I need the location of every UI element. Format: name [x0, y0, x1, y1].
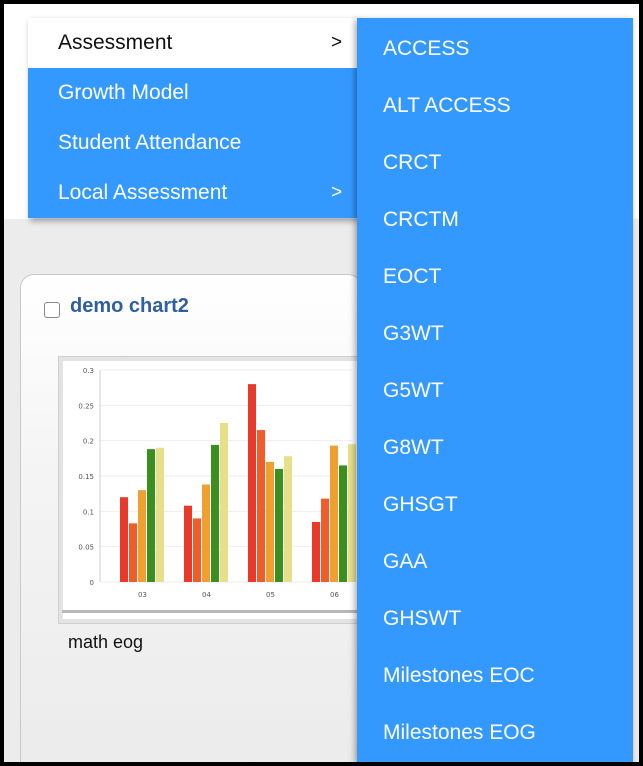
- submenu-item-access[interactable]: ACCESS: [357, 29, 633, 69]
- menu-item-growth-model[interactable]: Growth Model: [28, 68, 358, 118]
- chart-bar: [257, 430, 265, 582]
- chevron-right-icon: >: [331, 182, 343, 203]
- chevron-right-icon: >: [331, 32, 343, 53]
- chart-bar: [220, 423, 228, 582]
- menu-item-label: Local Assessment: [58, 181, 228, 204]
- y-tick-label: 0.1: [83, 508, 94, 516]
- menu-item-label: Assessment: [58, 31, 173, 54]
- submenu-item-crctm[interactable]: CRCTM: [357, 200, 633, 240]
- assessment-submenu: ACCESS ALT ACCESS CRCT CRCTM EOCT G3WT G…: [357, 18, 633, 762]
- chart-bar: [339, 465, 347, 582]
- chart-plot: 0 0.05 0.1 0.15 0.2 0.25 0.3 03 04 05 06: [78, 367, 356, 599]
- submenu-item-eoct[interactable]: EOCT: [357, 257, 633, 297]
- submenu-item-crct[interactable]: CRCT: [357, 143, 633, 183]
- submenu-item-label: Milestones EOC: [383, 664, 535, 687]
- submenu-item-label: G5WT: [383, 379, 444, 402]
- chart-bar: [129, 523, 137, 582]
- y-tick-label: 0.05: [78, 544, 94, 552]
- menu-item-student-attendance[interactable]: Student Attendance: [28, 118, 358, 168]
- chart-select-checkbox[interactable]: [44, 302, 60, 318]
- screenshot-frame: demo chart2 0 0.05 0.1 0.15 0.2 0.25 0.3 03 04 05…: [4, 4, 639, 762]
- submenu-item-label: ALT ACCESS: [383, 94, 511, 117]
- chart-bar: [321, 498, 329, 582]
- submenu-item-label: GHSWT: [383, 607, 462, 630]
- chart-bar: [202, 484, 210, 582]
- chart-bar: [184, 505, 192, 582]
- x-tick-label: 04: [202, 591, 211, 599]
- y-tick-label: 0.2: [83, 438, 94, 446]
- chart-bar: [138, 490, 146, 582]
- y-tick-label: 0: [90, 579, 94, 587]
- x-tick-label: 06: [330, 591, 339, 599]
- main-menu: Assessment > Growth Model Student Attend…: [28, 18, 358, 218]
- y-tick-label: 0.25: [78, 402, 94, 410]
- submenu-item-gaa[interactable]: GAA: [357, 542, 633, 582]
- submenu-item-label: CRCT: [383, 151, 442, 174]
- y-tick-label: 0.15: [78, 473, 94, 481]
- submenu-item-label: ACCESS: [383, 37, 470, 60]
- chart-bar: [147, 449, 155, 582]
- submenu-item-label: EOCT: [383, 265, 442, 288]
- chart-thumbnail-label: math eog: [68, 632, 144, 652]
- chart-bar: [330, 445, 338, 582]
- menu-item-label: Student Attendance: [58, 131, 242, 154]
- submenu-item-ghsgt[interactable]: GHSGT: [357, 485, 633, 525]
- chart-bar: [284, 456, 292, 582]
- chart-bar: [193, 518, 201, 582]
- submenu-item-label: G8WT: [383, 436, 444, 459]
- submenu-item-ghswt[interactable]: GHSWT: [357, 599, 633, 639]
- chart-card-title[interactable]: demo chart2: [70, 295, 189, 318]
- submenu-item-milestones-eog[interactable]: Milestones EOG: [357, 713, 633, 753]
- submenu-item-label: GAA: [383, 550, 428, 573]
- submenu-item-label: Milestones EOG: [383, 721, 536, 744]
- y-tick-label: 0.3: [83, 367, 94, 375]
- submenu-item-alt-access[interactable]: ALT ACCESS: [357, 86, 633, 126]
- x-tick-label: 05: [266, 591, 275, 599]
- menu-item-assessment[interactable]: Assessment >: [28, 18, 358, 68]
- chart-bar: [266, 461, 274, 582]
- submenu-item-milestones-eoc[interactable]: Milestones EOC: [357, 656, 633, 696]
- submenu-item-g3wt[interactable]: G3WT: [357, 314, 633, 354]
- submenu-item-g5wt[interactable]: G5WT: [357, 371, 633, 411]
- chart-bar: [275, 468, 283, 582]
- thumbnail-base-line: [62, 610, 362, 613]
- chart-bar: [211, 444, 219, 582]
- submenu-item-g8wt[interactable]: G8WT: [357, 428, 633, 468]
- chart-bar: [120, 497, 128, 582]
- x-tick-label: 03: [138, 591, 147, 599]
- menu-item-label: Growth Model: [58, 81, 189, 104]
- chart-bar: [248, 384, 256, 582]
- submenu-item-label: G3WT: [383, 322, 444, 345]
- chart-bar: [312, 521, 320, 582]
- chart-bar: [156, 447, 164, 582]
- menu-item-local-assessment[interactable]: Local Assessment >: [28, 168, 358, 218]
- submenu-item-label: CRCTM: [383, 208, 459, 231]
- submenu-item-label: GHSGT: [383, 493, 458, 516]
- chart-bar: [348, 444, 356, 582]
